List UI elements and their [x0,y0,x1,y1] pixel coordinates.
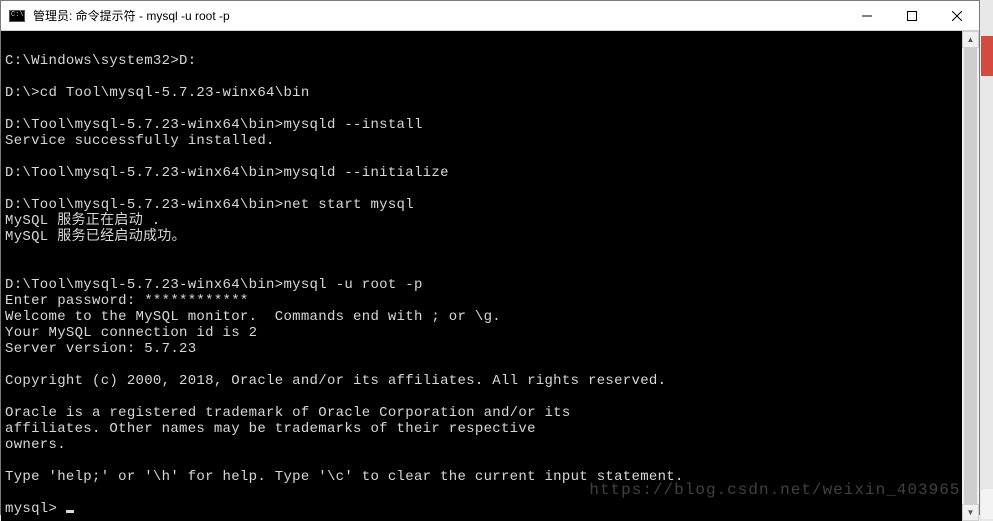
scroll-up-button[interactable]: ▲ [962,31,979,48]
maximize-button[interactable] [889,1,934,30]
vertical-scrollbar[interactable]: ▲ ▼ [962,31,979,521]
command-prompt-window: 管理员: 命令提示符 - mysql -u root -p C:\Windows… [0,0,980,515]
minimize-button[interactable] [844,1,889,30]
terminal-output[interactable]: C:\Windows\system32>D: D:\>cd Tool\mysql… [1,31,962,521]
window-title: 管理员: 命令提示符 - mysql -u root -p [33,7,844,24]
cmd-icon [9,10,25,22]
side-stub-bottom [981,489,993,519]
titlebar[interactable]: 管理员: 命令提示符 - mysql -u root -p [1,1,979,31]
scroll-down-button[interactable]: ▼ [962,504,979,521]
side-accent [981,36,993,76]
scrollbar-thumb[interactable] [964,48,977,504]
terminal-area: C:\Windows\system32>D: D:\>cd Tool\mysql… [1,31,979,521]
close-button[interactable] [934,1,979,30]
close-icon [952,11,962,21]
cursor [66,510,74,513]
minimize-icon [862,11,872,21]
maximize-icon [907,11,917,21]
window-controls [844,1,979,30]
scrollbar-track[interactable] [962,48,979,504]
